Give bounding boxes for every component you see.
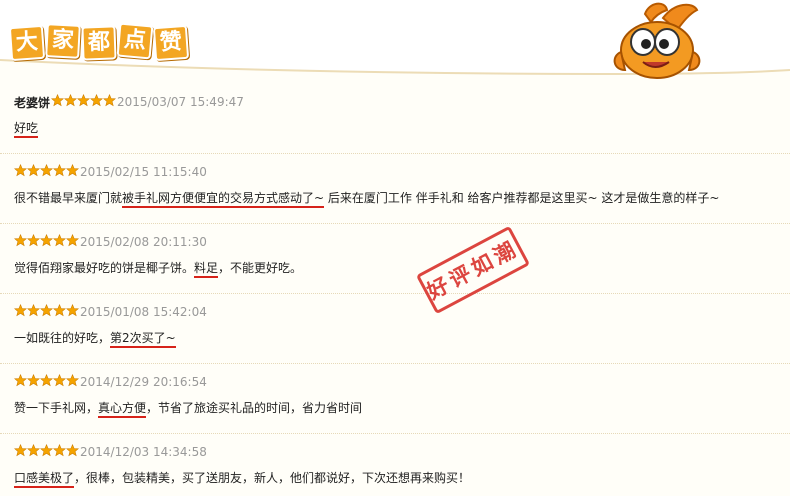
highlighted-text: 被手礼网方便便宜的交易方式感动了~ — [122, 191, 325, 208]
review-author: 老婆饼 — [14, 95, 51, 110]
star-icon — [40, 164, 53, 180]
star-icon — [66, 234, 79, 250]
review-content: 一如既往的好吃，第2次买了~ — [14, 329, 176, 348]
rating-stars — [14, 444, 79, 460]
review-date: 2014/12/03 14:34:58 — [80, 445, 207, 459]
star-icon — [27, 234, 40, 250]
star-icon — [66, 444, 79, 460]
review-meta: 2014/12/03 14:34:58 — [14, 444, 207, 460]
star-icon — [77, 94, 91, 110]
star-icon — [53, 234, 66, 250]
review-text: 赞一下手礼网， — [14, 401, 99, 415]
star-icon — [103, 94, 117, 110]
star-icon — [66, 374, 79, 390]
review-text: ，节省了旅途买礼品的时间，省力省时间 — [146, 401, 363, 415]
star-icon — [53, 304, 66, 320]
review-item: 2015/01/08 15:42:04 一如既往的好吃，第2次买了~ — [0, 293, 790, 363]
highlighted-text: 口感美极了 — [14, 471, 75, 488]
review-content: 觉得佰翔家最好吃的饼是椰子饼。料足，不能更好吃。 — [14, 259, 303, 278]
review-content: 好吃 — [14, 119, 39, 138]
review-item: 2014/12/29 20:16:54 赞一下手礼网，真心方便，节省了旅途买礼品的… — [0, 363, 790, 433]
review-meta: 2015/02/15 11:15:40 — [14, 164, 207, 180]
review-list: 老婆饼 2015/03/07 15:49:47 好吃 2015/02/15 11:15… — [0, 84, 790, 503]
star-icon — [51, 94, 65, 110]
review-page: 大 家 都 点 赞 老婆饼 2015/03/07 15:49:47 好吃 2015/0… — [0, 0, 790, 496]
review-item: 老婆饼 2015/03/07 15:49:47 好吃 — [0, 84, 790, 153]
review-meta: 2015/01/08 15:42:04 — [14, 304, 207, 320]
star-icon — [27, 164, 40, 180]
rating-stars — [14, 164, 79, 180]
star-icon — [64, 94, 78, 110]
review-text: 一如既往的好吃， — [14, 331, 111, 345]
rating-stars — [14, 304, 79, 320]
title-char: 赞 — [152, 24, 190, 62]
review-text: 觉得佰翔家最好吃的饼是椰子饼。 — [14, 261, 195, 275]
rating-stars — [14, 234, 79, 250]
review-date: 2015/03/07 15:49:47 — [117, 95, 244, 109]
star-icon — [40, 234, 53, 250]
star-icon — [40, 444, 53, 460]
highlighted-text: 真心方便 — [98, 401, 147, 418]
review-item: 2015/02/15 11:15:40 很不错最早来厦门就被手礼网方便便宜的交易方… — [0, 153, 790, 223]
review-date: 2015/01/08 15:42:04 — [80, 305, 207, 319]
review-text: ，很棒，包装精美，买了送朋友，新人，他们都说好，下次还想再来购买！ — [74, 471, 471, 485]
star-icon — [14, 234, 27, 250]
review-meta: 2014/12/29 20:16:54 — [14, 374, 207, 390]
review-meta: 老婆饼 2015/03/07 15:49:47 — [14, 94, 244, 110]
star-icon — [66, 164, 79, 180]
review-item: 2014/12/03 14:34:58 口感美极了，很棒，包装精美，买了送朋友，新… — [0, 433, 790, 503]
star-icon — [53, 374, 66, 390]
star-icon — [14, 374, 27, 390]
fish-mascot-icon — [613, 2, 701, 79]
rating-stars — [14, 374, 79, 390]
review-content: 口感美极了，很棒，包装精美，买了送朋友，新人，他们都说好，下次还想再来购买！ — [14, 469, 471, 488]
star-icon — [40, 374, 53, 390]
review-date: 2014/12/29 20:16:54 — [80, 375, 207, 389]
review-date: 2015/02/15 11:15:40 — [80, 165, 207, 179]
rating-stars — [51, 94, 117, 110]
star-icon — [14, 304, 27, 320]
review-content: 赞一下手礼网，真心方便，节省了旅途买礼品的时间，省力省时间 — [14, 399, 363, 418]
review-date: 2015/02/08 20:11:30 — [80, 235, 207, 249]
star-icon — [27, 304, 40, 320]
highlighted-text: 好吃 — [14, 121, 39, 138]
review-text: ，不能更好吃。 — [218, 261, 303, 275]
star-icon — [53, 164, 66, 180]
review-text: 很不错最早来厦门就 — [14, 191, 123, 205]
review-content: 很不错最早来厦门就被手礼网方便便宜的交易方式感动了~ 后来在厦门工作 伴手礼和 … — [14, 189, 720, 208]
review-meta: 2015/02/08 20:11:30 — [14, 234, 207, 250]
title-char: 点 — [116, 22, 154, 60]
star-icon — [66, 304, 79, 320]
star-icon — [14, 164, 27, 180]
title-char: 大 — [8, 24, 46, 62]
review-text: 后来在厦门工作 伴手礼和 给客户推荐都是这里买~ 这才是做生意的样子~ — [324, 191, 720, 205]
page-title: 大 家 都 点 赞 — [8, 22, 190, 62]
title-char: 都 — [81, 25, 117, 61]
highlighted-text: 料足 — [194, 261, 219, 278]
review-item: 2015/02/08 20:11:30 觉得佰翔家最好吃的饼是椰子饼。料足，不能更… — [0, 223, 790, 293]
star-icon — [53, 444, 66, 460]
highlighted-text: 第2次买了~ — [110, 331, 176, 348]
star-icon — [90, 94, 104, 110]
star-icon — [27, 444, 40, 460]
header: 大 家 都 点 赞 — [0, 0, 790, 84]
star-icon — [40, 304, 53, 320]
title-char: 家 — [45, 23, 81, 59]
star-icon — [27, 374, 40, 390]
star-icon — [14, 444, 27, 460]
